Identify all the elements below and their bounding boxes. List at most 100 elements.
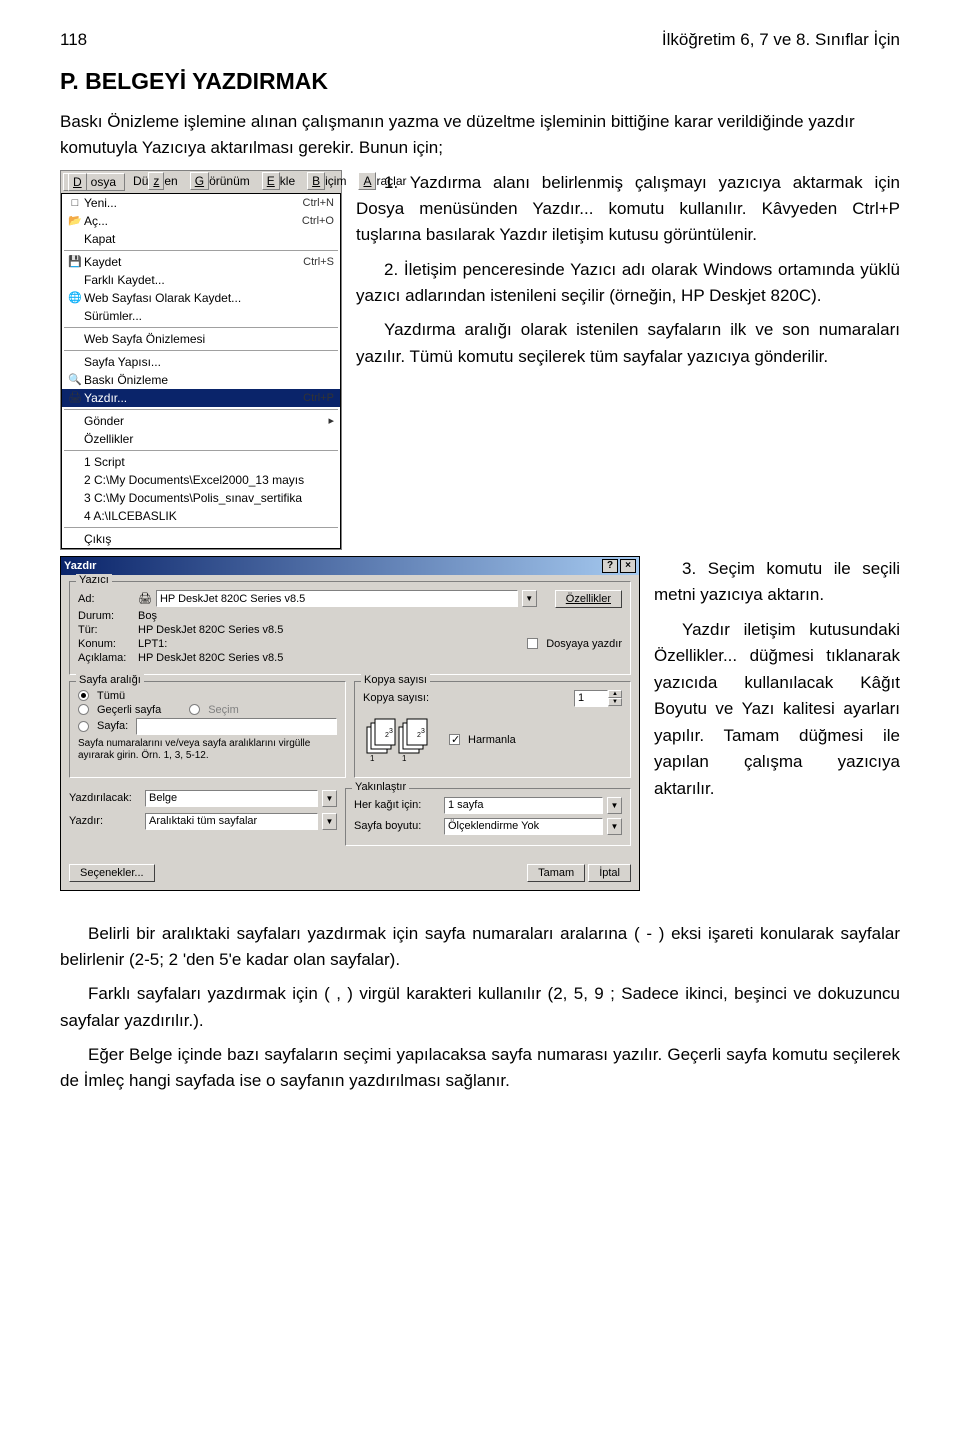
page-range-group: Sayfa aralığı Tümü Geçerli sayfa Seçim S…	[69, 681, 346, 778]
pages-per-sheet-select[interactable]: 1 sayfa	[444, 797, 603, 814]
radio-all-label: Tümü	[97, 690, 125, 702]
close-icon[interactable]: ×	[620, 559, 636, 573]
menubar-item[interactable]: Ekle	[258, 173, 299, 191]
menu-item-label: Sürümler...	[84, 309, 334, 323]
step-2b: Yazdırma aralığı olarak istenilen sayfal…	[356, 317, 900, 370]
print-select[interactable]: Aralıktaki tüm sayfalar	[145, 813, 318, 830]
menubar-item[interactable]: Dosya	[63, 173, 125, 191]
radio-selection	[189, 704, 200, 715]
type-value: HP DeskJet 820C Series v8.5	[138, 624, 283, 636]
ok-button[interactable]: Tamam	[527, 864, 585, 882]
scale-select[interactable]: Ölçeklendirme Yok	[444, 818, 603, 835]
collate-label: Harmanla	[468, 734, 516, 746]
menu-item-icon: 💾	[66, 255, 84, 268]
menu-item[interactable]: Kapat	[62, 230, 340, 248]
printwhat-label: Yazdırılacak:	[69, 792, 141, 804]
menu-item-label: Kapat	[84, 232, 334, 246]
desc-value: HP DeskJet 820C Series v8.5	[138, 652, 283, 664]
menu-item[interactable]: 📂Aç...Ctrl+O	[62, 212, 340, 230]
radio-pages[interactable]	[78, 721, 89, 732]
menubar: Dosya Düzen Görünüm Ekle Biçim Araçlar	[61, 171, 341, 193]
menu-item-shortcut: ▸	[328, 414, 334, 427]
menu-item[interactable]: 1 Script	[62, 453, 340, 471]
step-4: Yazdır iletişim kutusundaki Özellikler..…	[654, 617, 900, 803]
printwhat-select[interactable]: Belge	[145, 790, 318, 807]
help-icon[interactable]: ?	[602, 559, 618, 573]
printer-group: Yazıcı Ad: 🖨 HP DeskJet 820C Series v8.5…	[69, 581, 631, 675]
menu-item[interactable]: 2 C:\My Documents\Excel2000_13 mayıs	[62, 471, 340, 489]
menu-item[interactable]: 🖨Yazdır...Ctrl+P	[62, 389, 340, 407]
spin-down-icon[interactable]: ▼	[608, 698, 622, 706]
menu-item[interactable]: Çıkış	[62, 530, 340, 548]
file-dropdown: □Yeni...Ctrl+N📂Aç...Ctrl+OKapat💾KaydetCt…	[61, 193, 341, 549]
pages-per-sheet-label: Her kağıt için:	[354, 799, 440, 811]
menu-item-label: 2 C:\My Documents\Excel2000_13 mayıs	[84, 473, 334, 487]
copies-group: Kopya sayısı Kopya sayısı: 1 ▲▼	[354, 681, 631, 778]
menu-item-label: Web Sayfa Önizlemesi	[84, 332, 334, 346]
collate-checkbox[interactable]: ✓	[449, 734, 460, 745]
chevron-down-icon[interactable]: ▼	[522, 590, 537, 607]
location-label: Konum:	[78, 638, 134, 650]
menu-item-label: Kaydet	[84, 255, 303, 269]
svg-text:1: 1	[402, 754, 407, 763]
spin-up-icon[interactable]: ▲	[608, 690, 622, 698]
print-dialog: Yazdır ? × Yazıcı Ad: 🖨 HP DeskJet 820C …	[60, 556, 640, 891]
note-3: Eğer Belge içinde bazı sayfaların seçimi…	[60, 1042, 900, 1095]
menu-item[interactable]: 🔍Baskı Önizleme	[62, 371, 340, 389]
status-label: Durum:	[78, 610, 134, 622]
step-2: 2. İletişim penceresinde Yazıcı adı olar…	[356, 257, 900, 310]
menubar-item[interactable]: Görünüm	[186, 173, 254, 191]
properties-button[interactable]: Özellikler	[555, 590, 622, 608]
menu-item[interactable]: 4 A:\ILCEBASLIK	[62, 507, 340, 525]
menubar-item[interactable]: Düzen	[129, 173, 182, 191]
menu-item[interactable]: Sürümler...	[62, 307, 340, 325]
chevron-down-icon[interactable]: ▼	[322, 813, 337, 830]
chevron-down-icon[interactable]: ▼	[607, 818, 622, 835]
printer-legend: Yazıcı	[76, 574, 112, 586]
radio-current[interactable]	[78, 704, 89, 715]
pages-input[interactable]	[136, 718, 337, 735]
intro-paragraph: Baskı Önizleme işlemine alınan çalışmanı…	[60, 109, 900, 162]
print-to-file-label: Dosyaya yazdır	[546, 638, 622, 650]
desc-label: Açıklama:	[78, 652, 134, 664]
chevron-down-icon[interactable]: ▼	[607, 797, 622, 814]
radio-all[interactable]	[78, 690, 89, 701]
zoom-group: Yakınlaştır Her kağıt için: 1 sayfa ▼ Sa…	[345, 788, 631, 846]
menu-item[interactable]: Gönder▸	[62, 412, 340, 430]
copies-legend: Kopya sayısı	[361, 674, 430, 686]
svg-text:3: 3	[421, 728, 425, 735]
status-value: Boş	[138, 610, 157, 622]
menu-item-icon: 🔍	[66, 373, 84, 386]
menu-item-shortcut: Ctrl+P	[303, 392, 334, 404]
menu-item[interactable]: 🌐Web Sayfası Olarak Kaydet...	[62, 289, 340, 307]
print-to-file-checkbox[interactable]	[527, 638, 538, 649]
options-button[interactable]: Seçenekler...	[69, 864, 155, 882]
radio-pages-label: Sayfa:	[97, 720, 128, 732]
copies-stepper[interactable]: 1 ▲▼	[574, 690, 622, 707]
cancel-button[interactable]: İptal	[588, 864, 631, 882]
chevron-down-icon[interactable]: ▼	[322, 790, 337, 807]
menu-item-icon: 📂	[66, 214, 84, 227]
svg-text:2: 2	[417, 732, 421, 739]
menu-item[interactable]: 💾KaydetCtrl+S	[62, 253, 340, 271]
menu-item[interactable]: Farklı Kaydet...	[62, 271, 340, 289]
svg-text:3: 3	[389, 728, 393, 735]
menu-item-label: 4 A:\ILCEBASLIK	[84, 509, 334, 523]
printer-name-select[interactable]: HP DeskJet 820C Series v8.5	[156, 590, 518, 607]
file-menu-screenshot: Dosya Düzen Görünüm Ekle Biçim Araçlar □…	[60, 170, 342, 550]
menubar-item[interactable]: Biçim	[303, 173, 350, 191]
dialog-title: Yazdır	[64, 560, 96, 572]
menu-item[interactable]: Sayfa Yapısı...	[62, 353, 340, 371]
printer-icon: 🖨	[138, 592, 152, 605]
menu-item-label: Farklı Kaydet...	[84, 273, 334, 287]
section-heading: P. BELGEYİ YAZDIRMAK	[60, 68, 900, 95]
menu-item[interactable]: 3 C:\My Documents\Polis_sınav_sertifika	[62, 489, 340, 507]
menu-item[interactable]: Web Sayfa Önizlemesi	[62, 330, 340, 348]
radio-selection-label: Seçim	[208, 704, 239, 716]
range-legend: Sayfa aralığı	[76, 674, 144, 686]
menu-item[interactable]: Özellikler	[62, 430, 340, 448]
type-label: Tür:	[78, 624, 134, 636]
menu-item[interactable]: □Yeni...Ctrl+N	[62, 194, 340, 212]
note-1: Belirli bir aralıktaki sayfaları yazdırm…	[60, 921, 900, 974]
copies-label: Kopya sayısı:	[363, 692, 429, 704]
